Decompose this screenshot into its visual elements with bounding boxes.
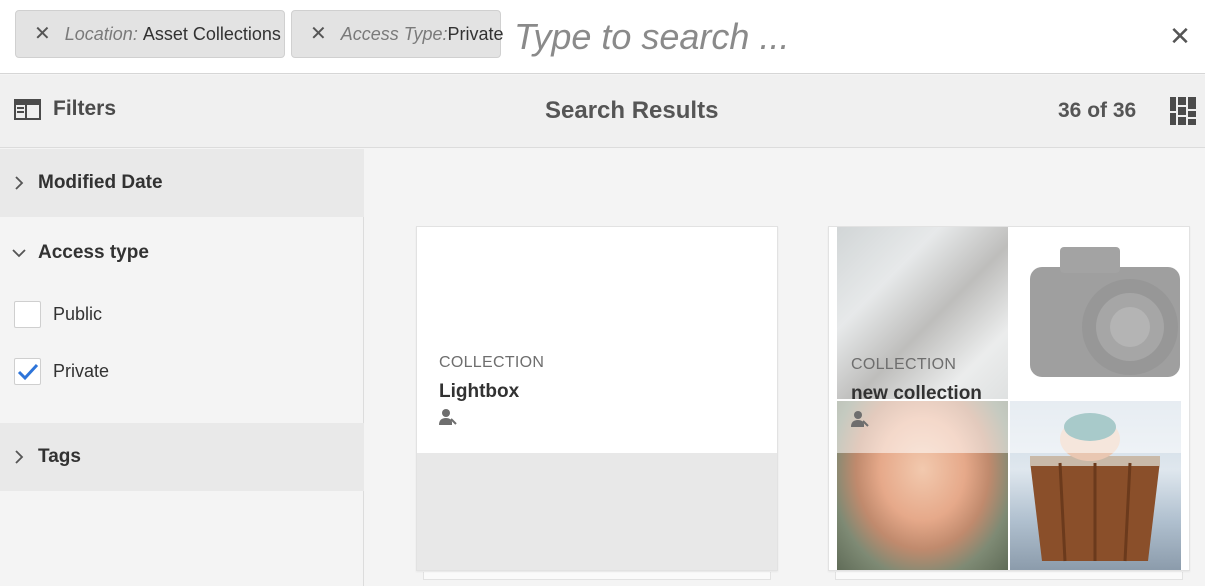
results-header: Filters Search Results 36 of 36: [0, 75, 1205, 148]
filter-section-access-type[interactable]: Access type: [0, 219, 364, 287]
access-option-public[interactable]: Public: [14, 301, 102, 328]
search-input[interactable]: [514, 12, 1134, 62]
card-type: COLLECTION: [439, 354, 545, 371]
option-label: Public: [53, 304, 103, 324]
filters-toggle-button[interactable]: Filters: [14, 97, 116, 121]
tag-value: Asset Collections: [142, 23, 281, 44]
collection-card[interactable]: COLLECTION Lightbox: [416, 226, 778, 571]
card-title: Lightbox: [439, 381, 520, 402]
user-icon: [851, 411, 869, 427]
section-label: Modified Date: [38, 172, 163, 193]
collection-card[interactable]: COLLECTION new collection: [828, 226, 1190, 571]
results-count: 36 of 36: [1058, 99, 1137, 122]
section-label: Access type: [38, 242, 149, 263]
card-stack-edge: [423, 572, 771, 580]
card-thumbnail-placeholder: [417, 453, 777, 570]
chevron-right-icon: [0, 176, 38, 190]
tag-key: Access Type:: [340, 23, 448, 44]
card-title: new collection: [851, 383, 982, 404]
filter-section-modified-date[interactable]: Modified Date: [0, 149, 364, 217]
tag-key: Location:: [64, 23, 138, 44]
user-icon: [439, 409, 457, 425]
rail-toggle-icon: [14, 98, 41, 120]
chevron-down-icon: [0, 248, 38, 258]
omnisearch-bar: ✕ Location: Asset Collections ✕ Access T…: [0, 0, 1205, 74]
remove-tag-icon[interactable]: ✕: [34, 24, 51, 44]
filter-rail: Modified Date Access type Public Private…: [0, 149, 364, 586]
page-title: Search Results: [545, 97, 719, 124]
remove-tag-icon[interactable]: ✕: [310, 24, 327, 44]
public-checkbox[interactable]: [14, 301, 41, 328]
close-search-icon[interactable]: ✕: [1167, 22, 1193, 50]
access-option-private[interactable]: Private: [14, 358, 109, 385]
card-view-icon[interactable]: [1170, 97, 1196, 125]
card-stack-edge: [835, 572, 1183, 580]
private-checkbox[interactable]: [14, 358, 41, 385]
results-grid: COLLECTION Lightbox COLLECTION new colle…: [365, 149, 1205, 586]
section-label: Tags: [38, 446, 81, 467]
filter-section-tags[interactable]: Tags: [0, 423, 364, 491]
option-label: Private: [53, 361, 110, 381]
tag-value: Private: [447, 23, 504, 44]
chevron-right-icon: [0, 450, 38, 464]
card-type: COLLECTION: [851, 356, 957, 373]
filters-label: Filters: [53, 97, 117, 120]
search-tag-access-type[interactable]: ✕ Access Type: Private: [291, 10, 504, 58]
search-tag-location[interactable]: ✕ Location: Asset Collections: [15, 10, 285, 58]
card-overlay: [829, 227, 1189, 453]
checkmark-icon: [17, 363, 38, 380]
